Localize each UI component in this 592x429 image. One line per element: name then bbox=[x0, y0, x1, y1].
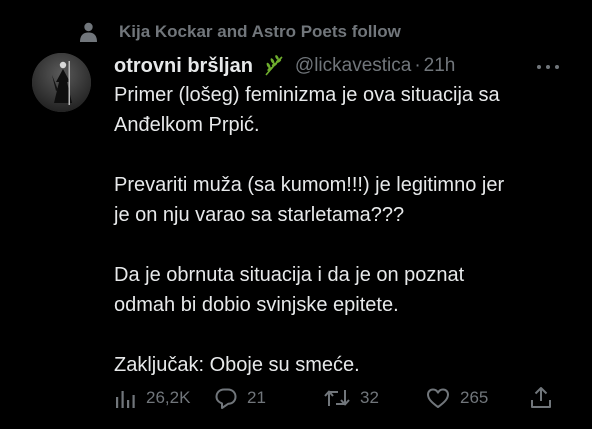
views-count: 26,2K bbox=[146, 388, 191, 407]
tweet-header: otrovni bršljan @lickavestica · 21h bbox=[114, 50, 578, 82]
separator-dot: · bbox=[414, 55, 421, 76]
tweet-paragraph: Primer (lošeg) feminizma je ova situacij… bbox=[114, 84, 500, 136]
heart-icon bbox=[427, 388, 449, 408]
tweet-paragraph: Da je obrnuta situacija i da je on pozna… bbox=[114, 264, 465, 316]
tweet-body: Primer (lošeg) feminizma je ova situacij… bbox=[114, 80, 576, 380]
like-count: 265 bbox=[460, 388, 489, 407]
avatar[interactable] bbox=[32, 53, 91, 112]
share-button[interactable] bbox=[530, 383, 552, 413]
avatar-image bbox=[32, 53, 91, 112]
analytics-bars-icon bbox=[116, 391, 135, 408]
like-button[interactable]: 265 bbox=[426, 383, 488, 413]
author-handle[interactable]: @lickavestica bbox=[295, 55, 411, 77]
share-upload-icon bbox=[531, 387, 551, 408]
tweet-paragraph: Zaključak: Oboje su smeće. bbox=[114, 354, 360, 376]
retweet-button[interactable]: 32 bbox=[324, 383, 379, 413]
retweet-arrows-icon bbox=[324, 390, 350, 406]
more-options-icon[interactable] bbox=[536, 64, 560, 70]
herb-leaf-icon bbox=[265, 55, 283, 76]
retweet-count: 32 bbox=[360, 388, 379, 407]
reply-count: 21 bbox=[247, 388, 266, 407]
reply-bubble-icon bbox=[215, 388, 237, 409]
social-context-text[interactable]: Kija Kockar and Astro Poets follow bbox=[119, 22, 401, 42]
tweet-timestamp[interactable]: 21h bbox=[424, 55, 456, 77]
author-display-name[interactable]: otrovni bršljan bbox=[114, 55, 253, 78]
tweet-action-bar: 26,2K 21 32 265 bbox=[114, 383, 564, 413]
views-button[interactable]: 26,2K bbox=[114, 383, 190, 413]
person-icon bbox=[80, 22, 97, 42]
reply-button[interactable]: 21 bbox=[215, 383, 266, 413]
tweet-paragraph: Prevariti muža (sa kumom!!!) je legitimn… bbox=[114, 174, 505, 226]
